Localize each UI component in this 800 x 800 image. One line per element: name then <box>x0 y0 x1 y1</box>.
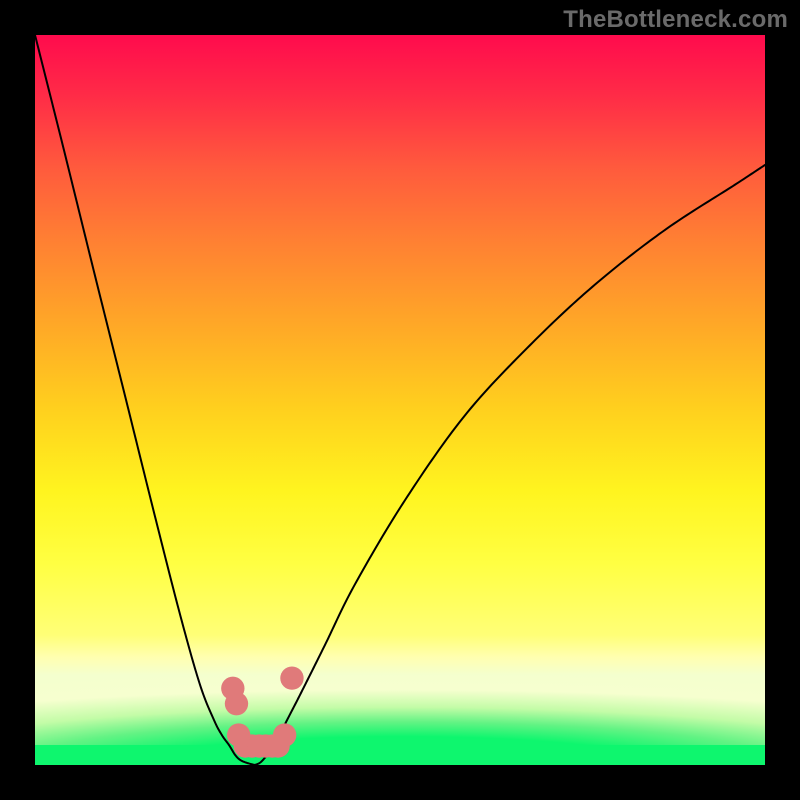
curves-svg <box>35 35 765 765</box>
chart-frame: TheBottleneck.com <box>0 0 800 800</box>
marker-dot <box>273 723 296 746</box>
curve-right-curve <box>255 165 765 765</box>
marker-dot <box>280 666 303 689</box>
marker-dot <box>225 692 248 715</box>
plot-area <box>35 35 765 765</box>
curve-left-curve <box>35 35 255 765</box>
watermark-text: TheBottleneck.com <box>563 6 788 34</box>
